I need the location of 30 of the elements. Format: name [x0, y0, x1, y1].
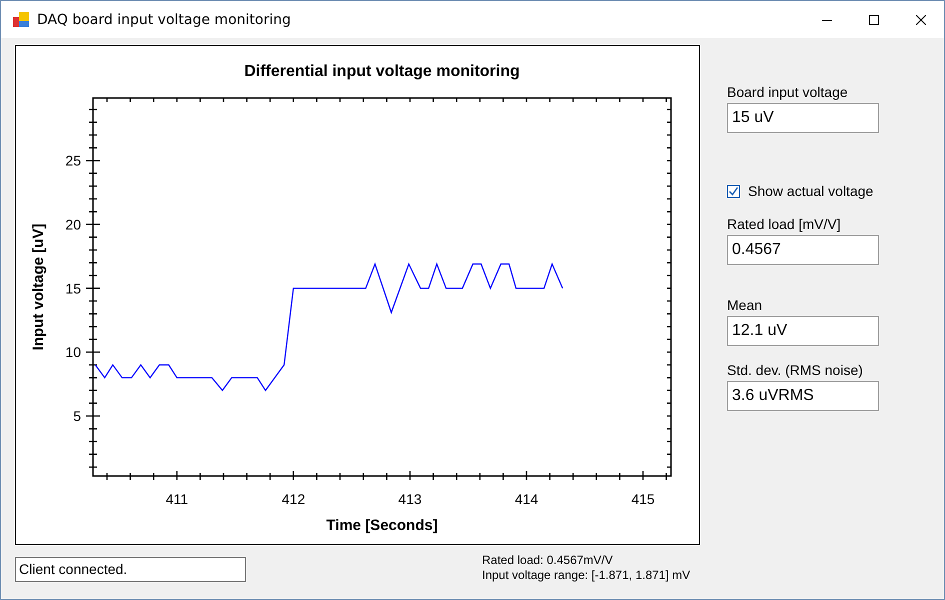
tick-label: 15: [65, 280, 81, 296]
input-field[interactable]: 0.4567: [727, 235, 879, 265]
maximize-icon: [869, 14, 879, 24]
window-title: DAQ board input voltage monitoring: [37, 12, 292, 28]
tick-label: 25: [65, 152, 81, 169]
field-label: Board input voltage: [727, 83, 849, 101]
checkbox-label: Show actual voltage: [748, 183, 874, 199]
info-text: Input voltage range: [-1.871, 1.871] mV: [482, 568, 690, 583]
tick-label: 10: [65, 344, 81, 360]
close-icon: [916, 14, 926, 24]
input-field[interactable]: 3.6 uVRMS: [727, 381, 879, 411]
axis-title: Time [Seconds]: [326, 517, 438, 534]
checkbox[interactable]: [727, 184, 740, 198]
input-field[interactable]: 12.1 uV: [727, 316, 879, 346]
field-label: Rated load [mV/V]: [727, 215, 842, 233]
tick-label: 5: [73, 408, 81, 424]
status-field[interactable]: Client connected.: [15, 557, 246, 582]
chart-title: Differential input voltage monitoring: [244, 63, 520, 80]
tick-label: 415: [631, 491, 655, 507]
tick-label: 413: [398, 491, 422, 507]
tick-label: 411: [166, 491, 188, 507]
tick-label: 414: [514, 491, 538, 507]
field-label: Std. dev. (RMS noise): [727, 361, 864, 379]
tick-label: 20: [65, 216, 81, 232]
app-icon: [12, 10, 30, 28]
info-text: Rated load: 0.4567mV/V: [482, 553, 614, 568]
axis-title: Input voltage [uV]: [30, 224, 47, 350]
tick-label: 412: [282, 491, 306, 507]
input-field[interactable]: 15 uV: [727, 103, 879, 133]
field-label: Mean: [727, 296, 764, 314]
